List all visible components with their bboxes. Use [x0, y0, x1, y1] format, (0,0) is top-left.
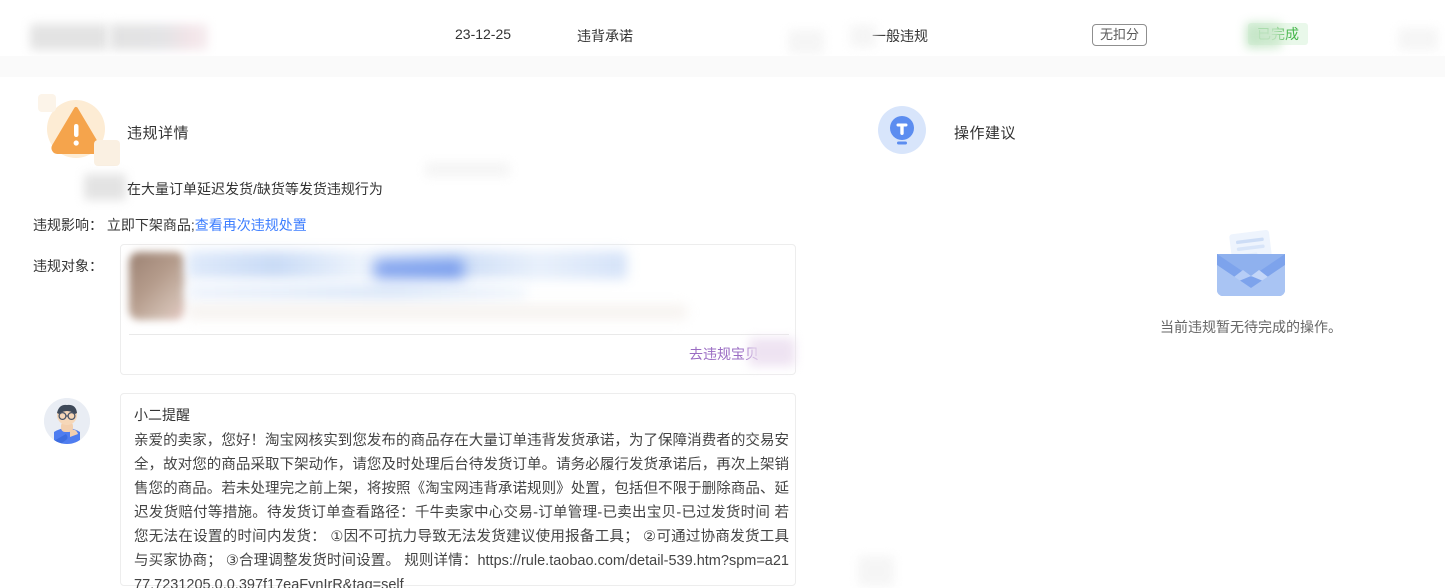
impact-label: 违规影响： [33, 217, 103, 233]
card-separator [129, 334, 789, 335]
redacted-blur [425, 162, 510, 177]
assistant-avatar [44, 398, 90, 444]
warning-icon [42, 96, 110, 164]
object-label: 违规对象： [33, 256, 103, 276]
record-violation-level: 一般违规 [872, 26, 928, 46]
redacted-blur [30, 24, 108, 50]
redacted-blur [788, 30, 824, 54]
suggestion-panel-title: 操作建议 [954, 122, 1016, 143]
go-to-violating-item-link[interactable]: 去违规宝贝 [689, 344, 759, 364]
row-card-divider [0, 56, 1445, 77]
violation-behavior-text: 在大量订单延迟发货/缺货等发货违规行为 [127, 179, 383, 199]
violation-object-card: 去违规宝贝 [120, 244, 796, 375]
reminder-body: 亲爱的卖家，您好！淘宝网核实到您发布的商品存在大量订单违背发货承诺，为了保障消费… [134, 429, 789, 588]
redacted-product-subtitle [187, 283, 527, 301]
redacted-blur [858, 556, 894, 586]
violation-detail-page: 23-12-25 违背承诺 一般违规 无扣分 已完成 违规详情 在大量订单延迟发… [0, 0, 1445, 588]
view-repeat-violation-link[interactable]: 查看再次违规处置 [195, 217, 307, 233]
detail-panel-title: 违规详情 [127, 122, 189, 143]
redacted-blur [84, 174, 126, 200]
status-badge: 已完成 [1248, 23, 1308, 45]
violation-impact-line: 违规影响： 立即下架商品;查看再次违规处置 [33, 215, 307, 235]
envelope-icon [1213, 230, 1289, 298]
suggestion-empty-state: 当前违规暂无待完成的操作。 [1060, 230, 1442, 337]
redacted-product-thumbnail [129, 252, 185, 320]
points-badge: 无扣分 [1092, 24, 1147, 46]
impact-text: 立即下架商品; [107, 217, 195, 233]
redacted-blur [110, 24, 208, 50]
reminder-title: 小二提醒 [134, 405, 190, 425]
assistant-reminder-card: 小二提醒 亲爱的卖家，您好！淘宝网核实到您发布的商品存在大量订单违背发货承诺，为… [120, 393, 796, 586]
record-date: 23-12-25 [455, 26, 511, 42]
lightbulb-icon [876, 105, 928, 157]
redacted-blur [1398, 28, 1438, 50]
redacted-product-meta [187, 305, 687, 319]
redacted-status-tag [374, 260, 464, 278]
record-violation-type: 违背承诺 [577, 26, 633, 46]
empty-state-text: 当前违规暂无待完成的操作。 [1060, 317, 1442, 337]
